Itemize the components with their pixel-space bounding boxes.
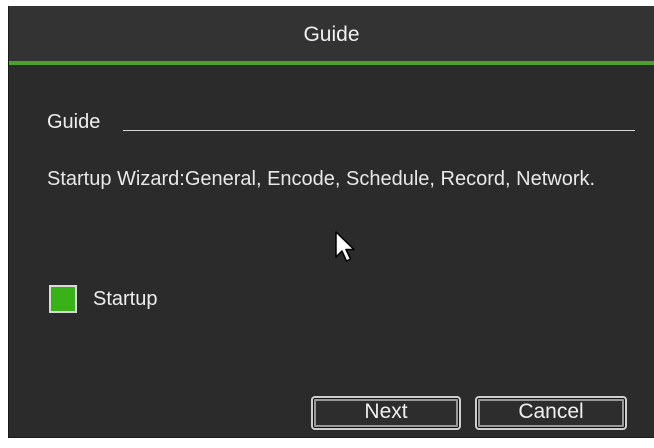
section-label: Guide [47, 111, 101, 133]
mouse-pointer-icon [335, 231, 355, 262]
dialog-title: Guide [303, 23, 360, 46]
next-button[interactable]: Next [311, 396, 461, 430]
startup-checkbox-label[interactable]: Startup [93, 287, 157, 311]
cancel-button[interactable]: Cancel [475, 396, 627, 430]
title-bar: Guide [9, 6, 654, 65]
guide-dialog: Guide Guide Startup Wizard:General, Enco… [8, 6, 654, 438]
startup-checkbox[interactable] [49, 285, 77, 313]
section-divider [123, 130, 635, 131]
wizard-description: Startup Wizard:General, Encode, Schedule… [47, 168, 596, 190]
